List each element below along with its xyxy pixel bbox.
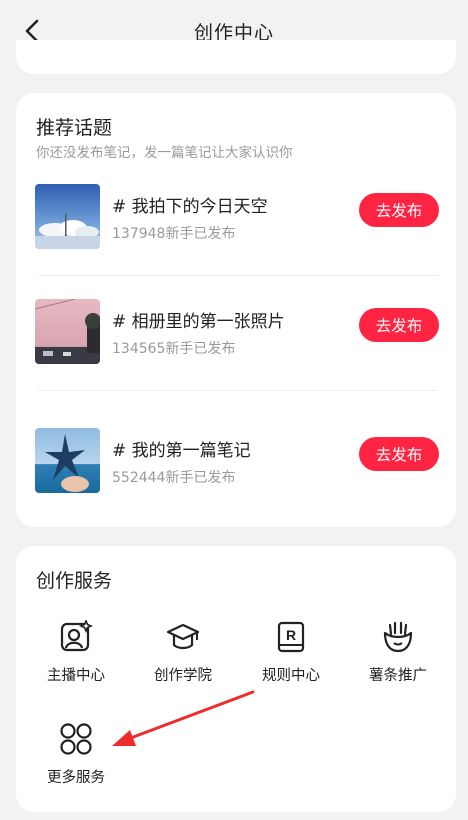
service-host-center[interactable]: 主播中心	[28, 620, 120, 700]
topic-count: 137948新手已发布	[112, 226, 236, 242]
service-creation-academy[interactable]: 创作学院	[135, 620, 227, 700]
service-fries-promotion[interactable]: 薯条推广	[350, 620, 442, 700]
more-grid-icon	[60, 723, 92, 755]
previous-card-bottom	[16, 40, 456, 74]
publish-button[interactable]: 去发布	[359, 308, 439, 342]
topic-name: # 相册里的第一张照片	[112, 312, 285, 332]
service-more[interactable]: 更多服务	[28, 722, 120, 802]
recommended-topics-card: 推荐话题 你还没发布笔记，发一篇笔记让大家认识你 # 我拍下的今日天空 1379…	[16, 93, 456, 527]
host-icon	[60, 620, 93, 652]
fries-icon	[383, 621, 413, 653]
service-label: 薯条推广	[369, 668, 427, 684]
svg-text:R: R	[286, 627, 296, 643]
rules-book-icon: R	[277, 621, 305, 653]
topic-row[interactable]: # 相册里的第一张照片 134565新手已发布 去发布	[16, 299, 456, 369]
topic-name: # 我的第一篇笔记	[112, 441, 251, 461]
topic-row[interactable]: # 我的第一篇笔记 552444新手已发布 去发布	[16, 428, 456, 498]
topic-thumbnail-sky	[35, 184, 100, 249]
graduation-cap-icon	[166, 623, 200, 650]
service-label: 主播中心	[47, 668, 105, 684]
divider	[38, 390, 438, 391]
section-title: 推荐话题	[36, 117, 113, 139]
topic-thumbnail-photo	[35, 299, 100, 364]
topic-name: # 我拍下的今日天空	[112, 197, 268, 217]
service-label: 更多服务	[47, 770, 105, 786]
section-title: 创作服务	[36, 570, 113, 592]
publish-button[interactable]: 去发布	[359, 193, 439, 227]
topic-count: 134565新手已发布	[112, 341, 236, 357]
creation-services-card: 创作服务 主播中心 创作学院 R 规则中心 薯条推广 更多服务	[16, 546, 456, 812]
publish-button[interactable]: 去发布	[359, 437, 439, 471]
service-label: 创作学院	[154, 668, 212, 684]
service-label: 规则中心	[262, 668, 320, 684]
divider	[38, 275, 438, 276]
topic-thumbnail-starfish	[35, 428, 100, 493]
topic-count: 552444新手已发布	[112, 470, 236, 486]
service-rules-center[interactable]: R 规则中心	[243, 620, 335, 700]
topic-row[interactable]: # 我拍下的今日天空 137948新手已发布 去发布	[16, 184, 456, 254]
section-subtitle: 你还没发布笔记，发一篇笔记让大家认识你	[36, 145, 293, 161]
